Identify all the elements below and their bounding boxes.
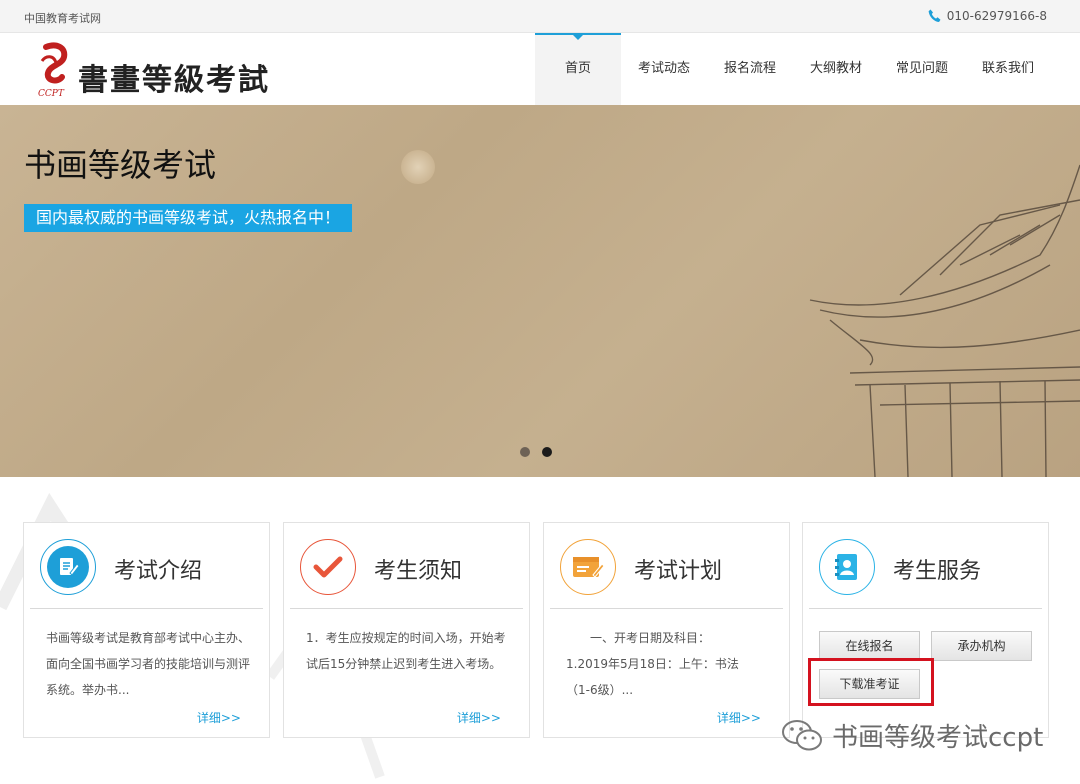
card-title: 考试计划	[634, 559, 723, 584]
nav-registration-process[interactable]: 报名流程	[707, 33, 793, 105]
banner-title: 书画等级考试	[24, 146, 217, 184]
card-summary-line: 一、开考日期及科目：	[590, 631, 711, 645]
site-name-link[interactable]: 中国教育考试网	[24, 10, 101, 26]
nav-exam-news[interactable]: 考试动态	[621, 33, 707, 105]
document-edit-icon	[40, 539, 96, 595]
card-summary: 1．考生应按规定的时间入场，开始考试后15分钟禁止迟到考生进入考场。	[306, 631, 506, 671]
card-title: 考生服务	[893, 559, 982, 584]
site-header: CCPT 書畫等級考試 首页 考试动态 报名流程 大纲教材 常见问题 联系我们	[0, 33, 1080, 105]
top-utility-bar: 中国教育考试网 010-62979166-8	[0, 0, 1080, 33]
address-book-icon	[819, 539, 875, 595]
logo-seal-icon: CCPT	[38, 42, 68, 99]
card-exam-intro: 考试介绍 书画等级考试是教育部考试中心主办、面向全国书画学习者的技能培训与测评系…	[23, 522, 270, 738]
banner-tagline: 国内最权威的书画等级考试，火热报名中！	[24, 204, 353, 232]
card-header: 考生服务	[809, 523, 1042, 609]
wechat-watermark: 书画等级考试ccpt	[780, 717, 1043, 754]
card-details-link[interactable]: 详细>>	[457, 709, 501, 726]
checkmark-icon	[300, 539, 356, 595]
svg-text:CCPT: CCPT	[38, 89, 65, 99]
card-summary: 书画等级考试是教育部考试中心主办、面向全国书画学习者的技能培训与测评系统。举办书…	[46, 631, 251, 697]
carousel-dot-2[interactable]	[542, 447, 552, 457]
card-header: 考试计划	[550, 523, 783, 609]
card-title: 考试介绍	[114, 559, 203, 584]
phone-number: 010-62979166-8	[946, 9, 1047, 23]
wechat-icon	[782, 719, 822, 750]
schedule-board-icon	[560, 539, 616, 595]
feature-section: 考试介绍 书画等级考试是教育部考试中心主办、面向全国书画学习者的技能培训与测评系…	[0, 477, 1080, 784]
card-header: 考生须知	[290, 523, 523, 609]
nav-faq[interactable]: 常见问题	[879, 33, 965, 105]
carousel-dot-1[interactable]	[520, 447, 530, 457]
logo-wordmark: 書畫等級考試	[78, 63, 270, 98]
nav-home[interactable]: 首页	[535, 33, 621, 105]
card-title: 考生须知	[374, 559, 463, 584]
card-summary-line: （1-6级）...	[566, 683, 634, 697]
card-details-link[interactable]: 详细>>	[197, 709, 241, 726]
contact-phone: 010-62979166-8	[928, 9, 1047, 23]
card-exam-plan: 考试计划 一、开考日期及科目： 1.2019年5月18日：上午：书法 （1-6级…	[543, 522, 790, 738]
hero-banner[interactable]: 书画等级考试 国内最权威的书画等级考试，火热报名中！	[0, 105, 1080, 477]
nav-syllabus[interactable]: 大纲教材	[793, 33, 879, 105]
card-summary-line: 1.2019年5月18日：上午：书法	[566, 657, 739, 671]
online-registration-button[interactable]: 在线报名	[819, 631, 920, 661]
card-header: 考试介绍	[30, 523, 263, 609]
card-candidate-notice: 考生须知 1．考生应按规定的时间入场，开始考试后15分钟禁止迟到考生进入考场。 …	[283, 522, 530, 738]
card-details-link[interactable]: 详细>>	[717, 709, 761, 726]
watermark-text: 书画等级考试ccpt	[832, 723, 1044, 753]
card-summary: 一、开考日期及科目： 1.2019年5月18日：上午：书法 （1-6级）...	[566, 625, 772, 703]
carousel-dots	[520, 447, 552, 457]
nav-contact[interactable]: 联系我们	[965, 33, 1051, 105]
highlight-annotation	[808, 658, 934, 706]
site-logo[interactable]: CCPT 書畫等級考試	[36, 41, 268, 99]
main-nav: 首页 考试动态 报名流程 大纲教材 常见问题 联系我们	[535, 33, 1051, 105]
phone-icon	[928, 9, 941, 23]
host-institutions-button[interactable]: 承办机构	[931, 631, 1032, 661]
